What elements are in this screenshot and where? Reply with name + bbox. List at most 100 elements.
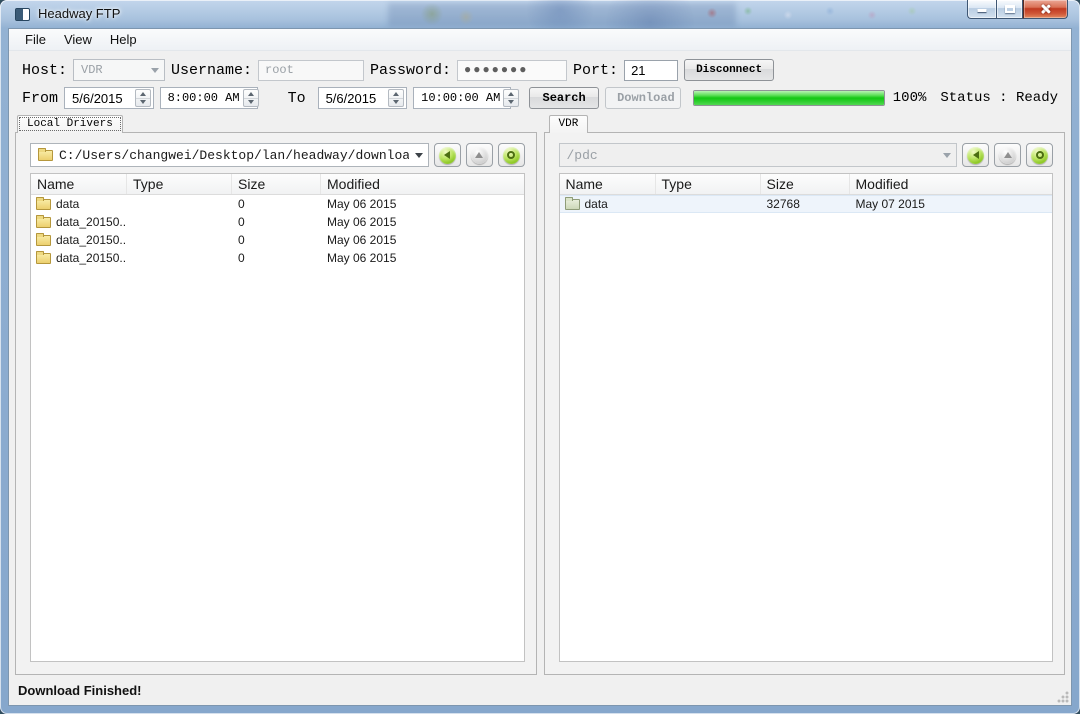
remote-table-header: Name Type Size Modified [560,174,1053,195]
menu-file[interactable]: File [16,30,55,49]
table-row[interactable]: data_20150... 0 May 06 2015 [31,231,524,249]
to-label: To [288,91,306,106]
file-modified: May 06 2015 [321,233,524,247]
to-date-field[interactable]: 5/6/2015 [318,87,408,109]
remote-up-button[interactable] [994,143,1021,167]
table-row[interactable]: data 0 May 06 2015 [31,195,524,213]
remote-refresh-button[interactable] [1026,143,1053,167]
file-size: 0 [232,233,321,247]
remote-table-body: data 32768 May 07 2015 [560,195,1053,661]
menu-help[interactable]: Help [101,30,146,49]
local-path-combobox[interactable]: C:/Users/changwei/Desktop/lan/headway/do… [30,143,429,167]
caption-buttons [967,0,1068,19]
local-table-body: data 0 May 06 2015 data_20150... 0 May 0… [31,195,524,661]
local-refresh-button[interactable] [498,143,525,167]
file-size: 0 [232,215,321,229]
column-header-size[interactable]: Size [761,174,850,194]
file-name: data_20150... [56,251,127,265]
chevron-down-icon[interactable] [415,153,423,158]
folder-icon [36,217,51,228]
chevron-down-icon [151,68,159,73]
menu-view[interactable]: View [55,30,101,49]
spin-down-icon[interactable] [136,98,150,107]
table-row[interactable]: data_20150... 0 May 06 2015 [31,213,524,231]
maximize-icon [1005,5,1015,13]
file-modified: May 07 2015 [850,197,1053,211]
remote-file-table: Name Type Size Modified data 32768 May [559,173,1054,662]
spin-up-icon[interactable] [136,90,150,98]
host-label: Host: [22,63,67,78]
search-toolbar: From 5/6/2015 8:00:00 AM To 5/6/2015 [9,85,1071,111]
window-title: Headway FTP [38,6,120,21]
port-field[interactable] [624,60,678,81]
titlebar[interactable]: Headway FTP [0,0,1080,28]
from-date-value: 5/6/2015 [72,91,123,106]
folder-icon [36,199,51,210]
menubar: File View Help [9,29,1071,51]
progress-percent: 100% [893,90,927,106]
tab-local-drivers[interactable]: Local Drivers [17,115,123,133]
maximize-button[interactable] [996,0,1023,19]
file-size: 0 [232,251,321,265]
tab-vdr[interactable]: VDR [549,115,589,133]
column-header-modified[interactable]: Modified [850,174,1053,194]
disconnect-button[interactable]: Disconnect [684,59,774,81]
host-combobox[interactable]: VDR [73,59,165,81]
spin-up-icon[interactable] [244,90,258,98]
table-row[interactable]: data 32768 May 07 2015 [560,195,1053,213]
chevron-down-icon[interactable] [943,153,951,158]
port-label: Port: [573,63,618,78]
to-time-field[interactable]: 10:00:00 AM [413,87,511,109]
back-icon [967,147,984,164]
to-date-value: 5/6/2015 [326,91,377,106]
spin-up-icon[interactable] [504,90,518,98]
local-pane: C:/Users/changwei/Desktop/lan/headway/do… [15,132,537,675]
file-modified: May 06 2015 [321,215,524,229]
column-header-name[interactable]: Name [560,174,656,194]
app-window: Headway FTP File View Help Host: VDR Use… [0,0,1080,714]
file-size: 0 [232,197,321,211]
to-time-value: 10:00:00 AM [421,91,500,105]
spin-down-icon[interactable] [244,98,258,107]
remote-back-button[interactable] [962,143,989,167]
minimize-button[interactable] [967,0,996,19]
minimize-icon [978,9,987,12]
back-icon [439,147,456,164]
from-date-spinner[interactable] [135,89,151,107]
local-file-table: Name Type Size Modified data 0 May 06 2 [30,173,525,662]
remote-path-combobox[interactable]: /pdc [559,143,958,167]
column-header-type[interactable]: Type [127,174,232,194]
file-name: data_20150... [56,233,127,247]
column-header-type[interactable]: Type [656,174,761,194]
column-header-size[interactable]: Size [232,174,321,194]
progress-bar [693,90,885,106]
search-button[interactable]: Search [529,87,599,109]
column-header-modified[interactable]: Modified [321,174,524,194]
from-time-field[interactable]: 8:00:00 AM [160,87,258,109]
to-time-spinner[interactable] [503,89,519,107]
progress-fill [694,91,884,105]
client-area: File View Help Host: VDR Username: Passw… [8,28,1072,706]
from-date-field[interactable]: 5/6/2015 [64,87,154,109]
to-date-spinner[interactable] [388,89,404,107]
column-header-name[interactable]: Name [31,174,127,194]
password-label: Password: [370,63,451,78]
spin-down-icon[interactable] [504,98,518,107]
download-button[interactable]: Download [605,87,681,109]
local-path-row: C:/Users/changwei/Desktop/lan/headway/do… [16,133,536,173]
spin-down-icon[interactable] [389,98,403,107]
status-message: Download Finished! [18,683,142,698]
close-button[interactable] [1023,0,1068,19]
file-name: data [56,197,79,211]
local-panel: Local Drivers C:/Users/changwei/Desktop/… [15,114,537,675]
password-field[interactable]: ●●●●●●● [457,60,567,81]
local-back-button[interactable] [434,143,461,167]
file-name: data [585,197,608,211]
spin-up-icon[interactable] [389,90,403,98]
from-time-spinner[interactable] [243,89,259,107]
from-label: From [22,91,58,106]
resize-grip-icon[interactable] [1056,690,1069,703]
table-row[interactable]: data_20150... 0 May 06 2015 [31,249,524,267]
username-field[interactable] [258,60,364,81]
local-up-button[interactable] [466,143,493,167]
